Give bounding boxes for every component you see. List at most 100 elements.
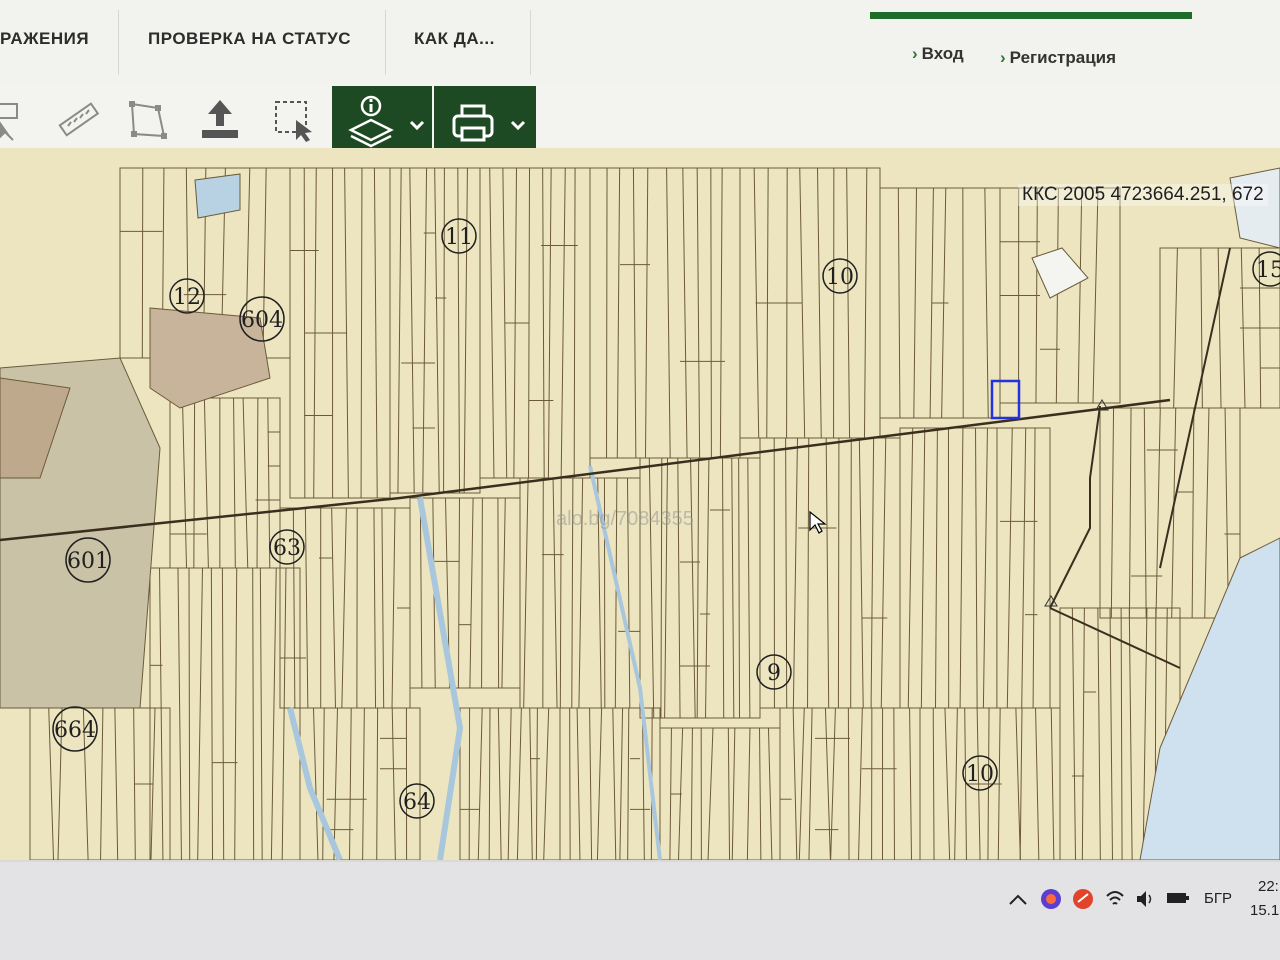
chevron-up-icon[interactable] (1008, 892, 1028, 906)
parcel-boundary (863, 167, 868, 439)
parcel-boundary (1110, 407, 1115, 619)
zone-label: 11 (445, 225, 473, 250)
parcel-boundary (177, 567, 182, 860)
parcel-boundary (934, 427, 938, 709)
upload-icon (202, 100, 238, 138)
select-tool-button[interactable] (0, 88, 36, 152)
parcel-boundary (690, 727, 693, 860)
parcel-boundary (193, 397, 196, 569)
parcel-boundary (397, 167, 402, 494)
water-body (194, 173, 241, 219)
parcel-boundary (501, 497, 506, 689)
upload-button[interactable] (188, 88, 252, 152)
parcel-boundary (830, 707, 836, 860)
parcel-boundary (391, 507, 396, 709)
parcel-boundary (677, 457, 681, 719)
road (1049, 405, 1101, 609)
cadastral-map[interactable]: 11 12 604 10 15 601 63 9 664 64 10 (0, 148, 1280, 860)
tab-how-to[interactable]: КАК ДА... (414, 22, 495, 62)
parcel-boundary (242, 397, 249, 569)
chevron-down-icon (510, 120, 526, 131)
parcel-boundary (1143, 407, 1147, 619)
nav-divider (118, 10, 119, 75)
parcel-boundary (1081, 607, 1085, 860)
parcel-boundary (373, 167, 378, 499)
parcel-boundary (893, 707, 895, 860)
parcel-boundary (858, 437, 864, 709)
measure-tool-button[interactable] (46, 88, 110, 152)
language-indicator[interactable]: БГР (1204, 890, 1232, 907)
parcel-boundary (362, 707, 365, 860)
parcel-block (169, 397, 281, 569)
parcel-boundary (457, 497, 460, 689)
parcel-block (479, 167, 591, 479)
layers-info-icon (348, 95, 425, 148)
volume-icon[interactable] (1134, 888, 1156, 910)
parcel-boundary (497, 707, 502, 860)
parcel-boundary (817, 167, 822, 439)
polygon-tool-button[interactable] (116, 88, 180, 152)
clock-date[interactable]: 15.1 (1250, 902, 1279, 919)
parcel-boundary (523, 477, 529, 709)
parcel-boundary (373, 507, 377, 709)
parcel-map-canvas[interactable]: 11 12 604 10 15 601 63 9 664 64 10 (0, 148, 1280, 860)
parcel-boundary (696, 457, 700, 719)
parcel-boundary (719, 167, 723, 459)
parcel-boundary (560, 167, 566, 479)
parcel-boundary (267, 397, 271, 569)
parcel-boundary (798, 707, 805, 860)
box-select-button[interactable] (262, 88, 326, 152)
parcel-boundary (488, 707, 491, 860)
parcel-boundary (203, 397, 209, 569)
parcel-boundary (507, 707, 512, 860)
wifi-icon[interactable] (1104, 888, 1126, 910)
tab-status-check[interactable]: ПРОВЕРКА НА СТАТУС (148, 22, 351, 62)
zone-label: 10 (826, 265, 854, 290)
parcel-boundary (233, 397, 236, 569)
parcel-boundary (573, 167, 576, 479)
parcel-boundary (705, 457, 710, 719)
parcel-block (759, 437, 901, 709)
login-link[interactable]: › Вход (912, 44, 964, 64)
parcel-boundary (114, 707, 119, 860)
coordinates-readout: ККС 2005 4723664.251, 672 (1018, 184, 1268, 206)
parcel-boundary (932, 707, 935, 860)
parcel-boundary (256, 397, 259, 569)
parcel-boundary (252, 567, 255, 860)
parcel-block (899, 427, 1051, 709)
parcel-boundary (188, 567, 191, 860)
tab-izobrazheniya[interactable]: РАЖЕНИЯ (0, 22, 89, 62)
nav-divider (530, 10, 531, 75)
parcel-boundary (1128, 407, 1132, 619)
app-tray-icon[interactable] (1072, 888, 1094, 910)
parcel-boundary (422, 167, 428, 494)
battery-icon[interactable] (1166, 890, 1190, 906)
parcel-boundary (909, 707, 913, 860)
parcel-boundary (982, 427, 988, 709)
watermark: alo.bg/7084355 (556, 508, 694, 530)
parcel-boundary (1050, 707, 1055, 860)
parcel-boundary (516, 707, 522, 860)
app-tray-icon[interactable] (1040, 888, 1062, 910)
parcel-boundary (731, 457, 735, 719)
parcel-boundary (619, 707, 624, 860)
parcel-boundary (331, 507, 336, 709)
parcel-boundary (975, 427, 978, 709)
parcel-boundary (535, 707, 538, 860)
top-navigation: РАЖЕНИЯ ПРОВЕРКА НА СТАТУС КАК ДА... › Вх… (0, 0, 1280, 82)
clock-time[interactable]: 22: (1258, 878, 1279, 895)
zone-label: 601 (67, 549, 109, 574)
nav-divider (385, 10, 386, 75)
parcel-boundary (409, 167, 415, 494)
parcel-boundary (221, 567, 225, 860)
parcel-boundary (376, 707, 379, 860)
parcel-block (1099, 407, 1241, 619)
zone-label: 12 (173, 285, 201, 310)
register-link[interactable]: › Регистрация (1000, 48, 1116, 68)
parcel-boundary (576, 707, 581, 860)
parcel-boundary (341, 507, 347, 709)
parcel-boundary (632, 167, 637, 459)
selected-parcel[interactable] (990, 379, 1021, 420)
parcel-boundary (596, 707, 603, 860)
parcel-boundary (281, 567, 287, 860)
